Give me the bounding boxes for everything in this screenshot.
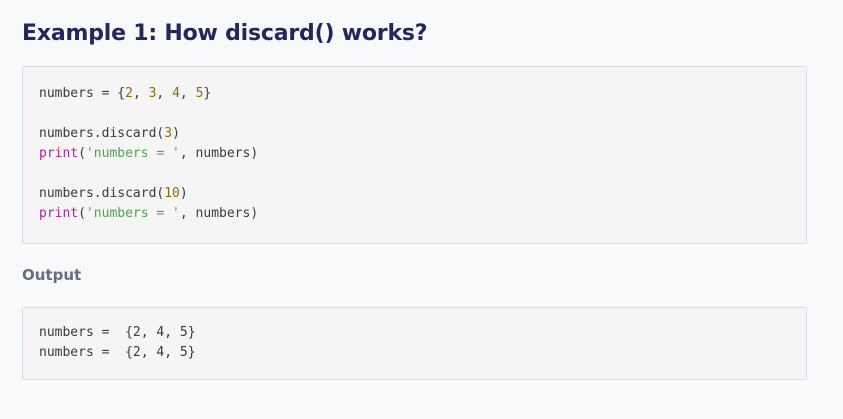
- code-builtin: print: [39, 146, 79, 161]
- output-line: numbers = {2, 4, 5}: [39, 325, 196, 340]
- code-line-6: numbers.discard(10): [39, 184, 258, 204]
- code-number: 10: [164, 186, 180, 201]
- code-punctuation: (: [78, 206, 86, 221]
- code-number: 3: [164, 126, 173, 141]
- code-separator: ,: [179, 86, 196, 101]
- output-line: numbers = {2, 4, 5}: [39, 345, 196, 360]
- code-number: 4: [172, 86, 180, 101]
- output-code-block[interactable]: numbers = {2, 4, 5} numbers = {2, 4, 5}: [22, 307, 807, 380]
- code-operator: = {: [93, 86, 126, 101]
- code-line-7: print('numbers = ', numbers): [39, 204, 258, 224]
- output-text: numbers = {2, 4, 5} numbers = {2, 4, 5}: [39, 323, 196, 363]
- code-rest: , numbers): [179, 206, 259, 221]
- source-code-block[interactable]: numbers = {2, 3, 4, 5} numbers.discard(3)…: [22, 66, 807, 244]
- code-separator: ,: [132, 86, 149, 101]
- code-rest: , numbers): [179, 146, 259, 161]
- code-string: 'numbers = ': [85, 146, 180, 161]
- output-heading: Output: [22, 266, 82, 284]
- code-call: numbers.discard(: [39, 186, 165, 201]
- page-title: Example 1: How discard() works?: [22, 21, 428, 46]
- code-line-4: print('numbers = ', numbers): [39, 144, 258, 164]
- code-call: numbers.discard(: [39, 126, 165, 141]
- code-identifier: numbers: [39, 86, 94, 101]
- code-punctuation: ): [172, 126, 180, 141]
- code-line-3: numbers.discard(3): [39, 124, 258, 144]
- code-builtin: print: [39, 206, 79, 221]
- code-punctuation: (: [78, 146, 86, 161]
- code-string: 'numbers = ': [85, 206, 180, 221]
- code-punctuation: ): [179, 186, 188, 201]
- source-code: numbers = {2, 3, 4, 5} numbers.discard(3)…: [39, 84, 258, 224]
- code-number: 2: [125, 86, 133, 101]
- code-line-1: numbers = {2, 3, 4, 5}: [39, 84, 258, 104]
- code-punctuation: }: [203, 86, 212, 101]
- code-separator: ,: [156, 86, 173, 101]
